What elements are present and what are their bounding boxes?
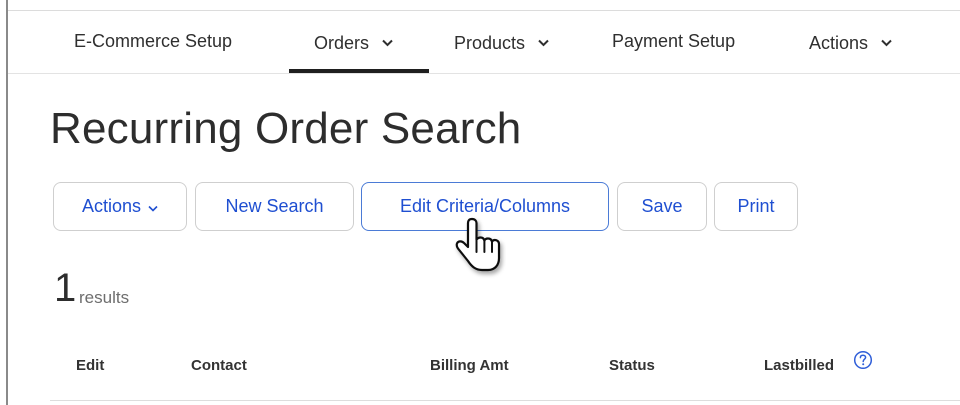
page-title: Recurring Order Search <box>50 104 522 153</box>
save-button[interactable]: Save <box>617 182 707 231</box>
button-label: Print <box>737 196 775 216</box>
column-header-edit[interactable]: Edit <box>76 357 104 374</box>
column-header-contact[interactable]: Contact <box>191 357 247 374</box>
column-header-lastbilled[interactable]: Lastbilled <box>764 357 834 374</box>
help-icon[interactable] <box>853 350 873 375</box>
nav-item-label: Products <box>454 33 526 53</box>
results-count: 1 <box>54 266 77 310</box>
column-header-billing-amt[interactable]: Billing Amt <box>430 357 509 374</box>
column-header-status[interactable]: Status <box>609 357 655 374</box>
button-label: Actions <box>81 196 142 216</box>
chevron-down-icon <box>538 31 549 52</box>
nav-item-products[interactable]: Products <box>454 31 549 54</box>
nav-item-ecommerce-setup[interactable]: E-Commerce Setup <box>74 31 232 52</box>
chevron-down-icon <box>881 31 892 52</box>
nav-item-payment-setup[interactable]: Payment Setup <box>612 31 735 52</box>
active-tab-indicator <box>289 69 429 73</box>
nav-item-label: Actions <box>809 33 869 53</box>
actions-dropdown-button[interactable]: Actions <box>53 182 187 231</box>
table-divider <box>50 400 960 401</box>
chevron-down-icon <box>148 196 158 217</box>
nav-item-label: E-Commerce Setup <box>74 31 233 51</box>
nav-item-label: Orders <box>314 33 370 53</box>
hand-pointer-icon <box>448 214 506 289</box>
print-button[interactable]: Print <box>714 182 798 231</box>
app-window: E-Commerce Setup Orders Products Payment… <box>0 0 960 405</box>
top-navigation: E-Commerce Setup Orders Products Payment… <box>8 10 960 74</box>
button-label: New Search <box>225 196 324 216</box>
nav-item-actions[interactable]: Actions <box>809 31 892 54</box>
nav-item-orders[interactable]: Orders <box>314 31 393 54</box>
results-label: results <box>79 288 130 307</box>
chevron-down-icon <box>382 31 393 52</box>
nav-item-label: Payment Setup <box>612 31 736 51</box>
new-search-button[interactable]: New Search <box>195 182 354 231</box>
button-label: Save <box>641 196 683 216</box>
